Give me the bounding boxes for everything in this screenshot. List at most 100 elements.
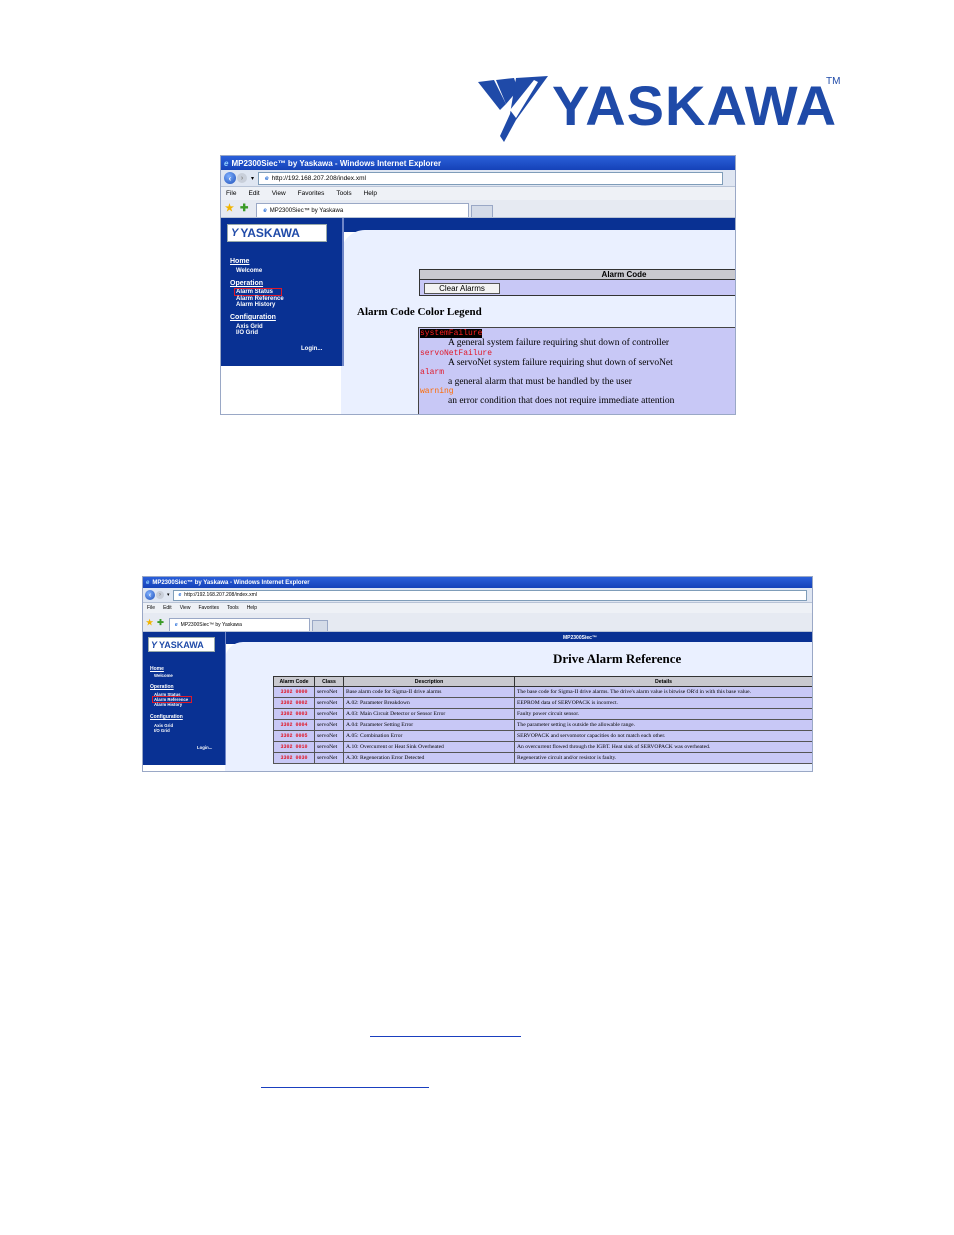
forward-button[interactable]: › (156, 591, 164, 599)
class-cell: servoNet (314, 741, 344, 753)
favorites-bar: ★ ✚ e MP2300Siec™ by Yaskawa (143, 613, 812, 632)
description-cell: Base alarm code for Sigma-II drive alarm… (343, 686, 515, 698)
menu-help[interactable]: Help (247, 605, 257, 611)
sidebar-logo-text: YASKAWA (240, 226, 300, 240)
alarm-code-header: Alarm Code (419, 269, 735, 280)
clear-alarms-button[interactable]: Clear Alarms (424, 283, 500, 294)
address-field[interactable]: e http://192.168.207.208/index.xml (258, 171, 724, 185)
nav-alarm-history[interactable]: Alarm History (236, 302, 275, 308)
window-title: MP2300Siec™ by Yaskawa - Windows Interne… (152, 579, 310, 586)
alarm-code-link[interactable]: 3302 0030 (273, 752, 315, 764)
details-cell: The base code for Sigma-II drive alarms.… (514, 686, 812, 698)
menu-file[interactable]: File (226, 190, 236, 197)
menu-view[interactable]: View (180, 605, 191, 611)
nav-configuration[interactable]: Configuration (230, 314, 276, 321)
legend-title: Alarm Code Color Legend (357, 306, 482, 318)
sidebar-logo-text: YASKAWA (159, 639, 204, 650)
new-tab-button[interactable] (311, 620, 328, 631)
clear-alarms-row: Clear Alarms (419, 280, 735, 296)
nav-io-grid[interactable]: I/O Grid (154, 728, 170, 733)
add-favorite-icon[interactable]: ✚ (157, 618, 164, 627)
favorites-star-icon[interactable]: ★ (225, 203, 234, 214)
nav-home[interactable]: Home (230, 258, 249, 265)
page-heading: Drive Alarm Reference (553, 651, 682, 666)
col-description[interactable]: Description (343, 676, 515, 687)
menu-file[interactable]: File (147, 605, 155, 611)
favorites-star-icon[interactable]: ★ (146, 618, 153, 627)
legend-warning-desc: an error condition that does not require… (448, 396, 675, 406)
details-cell: The parameter setting is outside the all… (514, 719, 812, 731)
favorites-bar: ★ ✚ e MP2300Siec™ by Yaskawa (221, 200, 735, 218)
class-cell: servoNet (314, 719, 344, 731)
back-button[interactable]: ‹ (145, 590, 155, 600)
description-cell: A.05: Combination Error (343, 730, 515, 742)
yaskawa-mark-icon: Y (231, 227, 239, 239)
alarm-code-link[interactable]: 3302 0002 (273, 697, 315, 709)
table-row: 3302 0002 servoNet A.02: Parameter Break… (273, 697, 812, 709)
description-cell: A.10: Overcurrent or Heat Sink Overheate… (343, 741, 515, 753)
nav-login[interactable]: Login... (197, 745, 212, 750)
address-field[interactable]: e http://192.168.207.208/index.xml (172, 589, 807, 601)
table-row: 3302 0030 servoNet A.30: Regeneration Er… (273, 752, 812, 764)
nav-welcome[interactable]: Welcome (154, 673, 173, 678)
col-details[interactable]: Details (514, 676, 812, 687)
menu-tools[interactable]: Tools (227, 605, 239, 611)
history-dropdown-icon[interactable]: ▾ (251, 175, 254, 182)
history-dropdown-icon[interactable]: ▾ (167, 592, 170, 598)
browser-tab[interactable]: e MP2300Siec™ by Yaskawa (256, 203, 470, 217)
nav-alarm-history[interactable]: Alarm History (154, 702, 182, 707)
details-cell: EEPROM data of SERVOPACK is incorrect. (514, 697, 812, 709)
alarm-code-link[interactable]: 3302 0004 (273, 719, 315, 731)
page-content: Y YASKAWA Home Welcome Operation Alarm S… (221, 218, 735, 414)
alarm-code-link[interactable]: 3302 0000 (273, 686, 315, 698)
nav-welcome[interactable]: Welcome (236, 268, 262, 274)
tab-label: MP2300Siec™ by Yaskawa (269, 207, 344, 214)
table-row: 3302 0004 servoNet A.04: Parameter Setti… (273, 719, 812, 731)
back-button[interactable]: ‹ (224, 172, 236, 184)
col-class[interactable]: Class (314, 676, 344, 687)
class-cell: servoNet (314, 752, 344, 764)
nav-alarm-status[interactable]: Alarm Status (233, 288, 283, 296)
alarm-code-link[interactable]: 3302 0010 (273, 741, 315, 753)
legend-system-failure: systemFailure (420, 329, 483, 338)
menu-edit[interactable]: Edit (248, 190, 259, 197)
add-favorite-icon[interactable]: ✚ (240, 203, 248, 214)
details-cell: Faulty power circuit sensor. (514, 708, 812, 720)
nav-operation[interactable]: Operation (230, 280, 263, 287)
nav-io-grid[interactable]: I/O Grid (236, 330, 258, 336)
menu-help[interactable]: Help (364, 190, 377, 197)
hyperlink-underline[interactable] (370, 1036, 521, 1037)
alarm-code-link[interactable]: 3302 0005 (273, 730, 315, 742)
menu-bar: File Edit View Favorites Tools Help (143, 603, 812, 613)
ie-icon: e (224, 158, 229, 168)
details-cell: SERVOPACK and servomotor capacities do n… (514, 730, 812, 742)
browser-tab[interactable]: e MP2300Siec™ by Yaskawa (168, 618, 310, 631)
nav-home[interactable]: Home (150, 666, 164, 672)
new-tab-button[interactable] (471, 205, 494, 217)
description-cell: A.04: Parameter Setting Error (343, 719, 515, 731)
nav-operation[interactable]: Operation (150, 684, 174, 690)
yaskawa-symbol-icon (478, 76, 548, 142)
menu-view[interactable]: View (272, 190, 286, 197)
nav-login[interactable]: Login... (301, 346, 322, 352)
class-cell: servoNet (314, 697, 344, 709)
table-row: 3302 0000 servoNet Base alarm code for S… (273, 686, 812, 698)
col-alarm-code[interactable]: Alarm Code (273, 676, 315, 687)
forward-button[interactable]: › (237, 173, 247, 183)
hyperlink-underline[interactable] (261, 1087, 429, 1088)
sidebar-logo: Y YASKAWA (148, 637, 215, 652)
menu-tools[interactable]: Tools (336, 190, 351, 197)
alarm-code-link[interactable]: 3302 0003 (273, 708, 315, 720)
page-icon: e (265, 174, 269, 182)
tab-label: MP2300Siec™ by Yaskawa (180, 622, 242, 628)
app-title: MP2300Siec™ (563, 635, 597, 641)
menu-favorites[interactable]: Favorites (198, 605, 219, 611)
address-url: http://192.168.207.208/index.xml (184, 592, 257, 598)
menu-edit[interactable]: Edit (163, 605, 172, 611)
menu-favorites[interactable]: Favorites (298, 190, 325, 197)
address-url: http://192.168.207.208/index.xml (271, 174, 366, 182)
tab-page-icon: e (263, 207, 267, 214)
legend-warning: warning (420, 387, 454, 396)
class-cell: servoNet (314, 730, 344, 742)
nav-configuration[interactable]: Configuration (150, 714, 183, 720)
